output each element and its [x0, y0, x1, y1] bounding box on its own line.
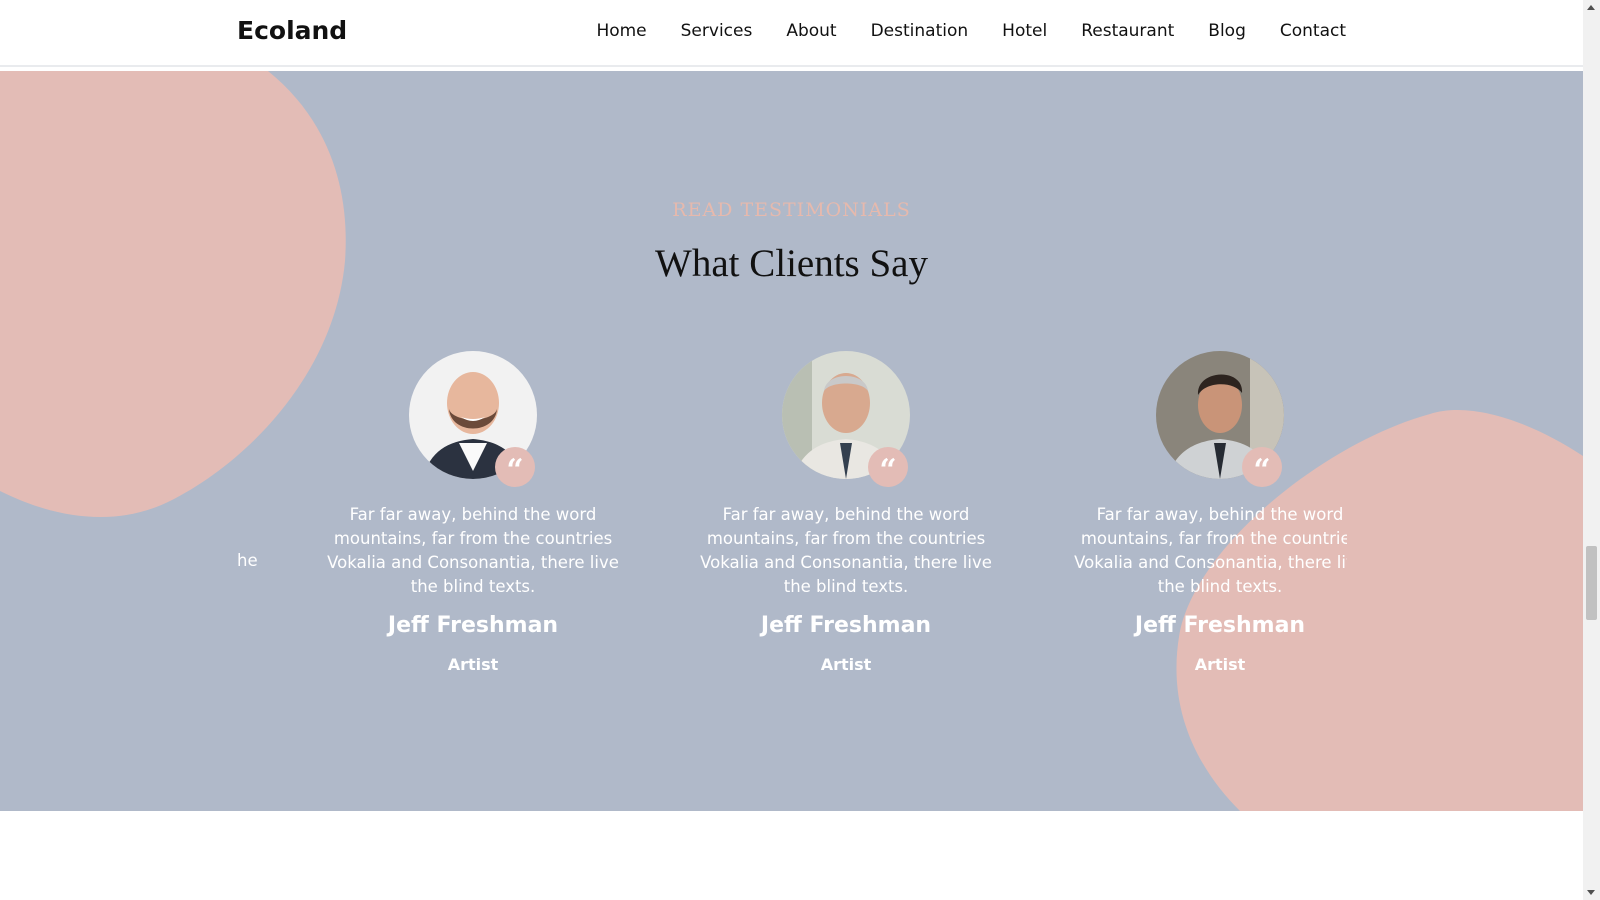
scroll-up-icon[interactable]: [1587, 5, 1595, 10]
testimonial-quote: Far far away, behind the word mountains,…: [1074, 505, 1347, 596]
client-role: Artist: [1194, 655, 1246, 674]
nav-item-contact[interactable]: Contact: [1280, 21, 1346, 41]
nav-menu: Home Services About Destination Hotel Re…: [562, 21, 1346, 41]
client-name: Jeff Freshman: [387, 613, 559, 638]
testimonial-section: READ TESTIMONIALS What Clients Say he “ …: [0, 71, 1583, 811]
nav-item-destination[interactable]: Destination: [871, 21, 969, 41]
nav-item-hotel[interactable]: Hotel: [1002, 21, 1047, 41]
quote-icon: “: [868, 447, 908, 488]
client-name: Jeff Freshman: [1134, 613, 1306, 638]
navbar: Ecoland Home Services About Destination …: [0, 0, 1583, 67]
testimonial-quote: Far far away, behind the word mountains,…: [327, 505, 619, 596]
testimonial-quote: Far far away, behind the word mountains,…: [700, 505, 992, 596]
partial-previous-card-text: he: [237, 551, 258, 570]
quote-icon: “: [1242, 447, 1282, 488]
client-role: Artist: [820, 655, 872, 674]
nav-item-services[interactable]: Services: [681, 21, 753, 41]
client-role: Artist: [447, 655, 499, 674]
client-name: Jeff Freshman: [760, 613, 932, 638]
nav-item-about[interactable]: About: [786, 21, 836, 41]
brand-logo[interactable]: Ecoland: [237, 16, 347, 45]
page-scrollbar[interactable]: [1583, 0, 1600, 900]
section-subheading: READ TESTIMONIALS: [672, 199, 911, 221]
testimonial-carousel[interactable]: he “ Far far away, behind the word mount…: [237, 351, 1347, 751]
scroll-down-icon[interactable]: [1587, 890, 1595, 895]
quote-icon: “: [495, 447, 535, 488]
nav-item-home[interactable]: Home: [596, 21, 646, 41]
nav-item-blog[interactable]: Blog: [1208, 21, 1246, 41]
nav-item-restaurant[interactable]: Restaurant: [1081, 21, 1174, 41]
scroll-thumb[interactable]: [1586, 546, 1597, 620]
section-heading: What Clients Say: [655, 242, 928, 285]
